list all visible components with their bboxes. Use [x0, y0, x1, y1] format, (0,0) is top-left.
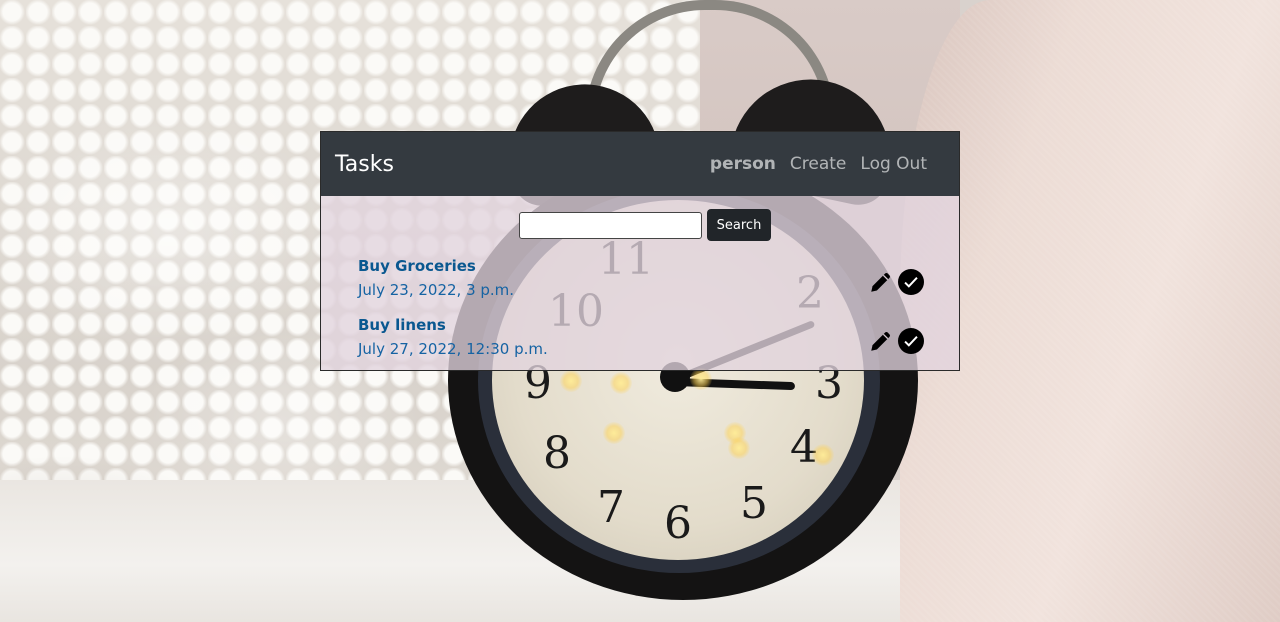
search-input[interactable]: [518, 211, 702, 239]
task-actions: [868, 257, 924, 307]
task-item: Buy linens July 27, 2022, 12:30 p.m.: [358, 316, 924, 366]
clock-numeral: 8: [543, 428, 571, 479]
task-item: Buy Groceries July 23, 2022, 3 p.m.: [358, 257, 924, 307]
task-actions: [868, 316, 924, 366]
checkmark-circle-icon[interactable]: [898, 328, 924, 354]
pencil-icon[interactable]: [868, 328, 894, 354]
checkmark-circle-icon[interactable]: [898, 269, 924, 295]
clock-numeral: 6: [664, 498, 692, 549]
clock-numeral: 7: [597, 482, 625, 533]
nav-links: person Create Log Out: [710, 154, 927, 174]
brand-link[interactable]: Tasks: [335, 152, 394, 177]
search-form: Search: [331, 209, 959, 241]
task-title-link[interactable]: Buy Groceries: [358, 257, 924, 275]
task-title-link[interactable]: Buy linens: [358, 316, 924, 334]
logout-link[interactable]: Log Out: [860, 154, 927, 174]
username-label: person: [709, 154, 776, 174]
navbar: Tasks person Create Log Out: [321, 132, 959, 196]
tasks-panel: Tasks person Create Log Out Search Buy G…: [320, 131, 960, 371]
task-due-date: July 23, 2022, 3 p.m.: [358, 281, 515, 299]
search-button[interactable]: Search: [706, 209, 772, 241]
pencil-icon[interactable]: [868, 269, 894, 295]
task-due-date: July 27, 2022, 12:30 p.m.: [358, 340, 548, 358]
create-link[interactable]: Create: [790, 154, 847, 174]
clock-numeral: 5: [740, 478, 768, 529]
